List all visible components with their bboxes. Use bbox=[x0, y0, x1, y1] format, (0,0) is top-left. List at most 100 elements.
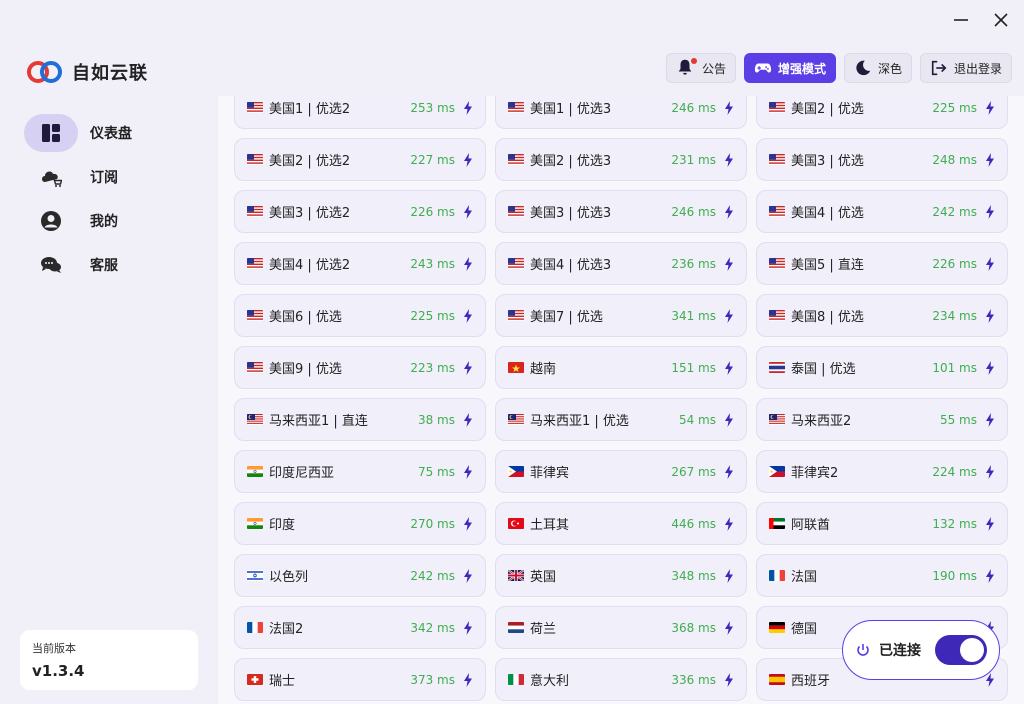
speed-test-icon[interactable] bbox=[724, 256, 734, 271]
flag-fr-icon bbox=[769, 570, 785, 581]
logout-button[interactable]: 退出登录 bbox=[919, 53, 1012, 83]
server-card[interactable]: 美国6 | 优选 225 ms bbox=[234, 294, 486, 337]
server-list-area: 美国1 | 优选2 253 ms 美国1 | 优选3 246 ms 美国2 | 优选 22… bbox=[218, 96, 1024, 704]
speed-test-icon[interactable] bbox=[724, 204, 734, 219]
server-card[interactable]: 美国4 | 优选 242 ms bbox=[756, 190, 1008, 233]
server-card[interactable]: 越南 151 ms bbox=[495, 346, 747, 389]
server-card[interactable]: 美国4 | 优选2 243 ms bbox=[234, 242, 486, 285]
speed-test-icon[interactable] bbox=[463, 308, 473, 323]
speed-test-icon[interactable] bbox=[463, 256, 473, 271]
close-button[interactable] bbox=[988, 8, 1014, 32]
speed-test-icon[interactable] bbox=[724, 672, 734, 687]
server-card[interactable]: 美国8 | 优选 234 ms bbox=[756, 294, 1008, 337]
announcement-button[interactable]: 公告 bbox=[665, 53, 736, 83]
server-latency: 227 ms bbox=[410, 152, 455, 167]
server-card[interactable]: 菲律宾 267 ms bbox=[495, 450, 747, 493]
speed-test-icon[interactable] bbox=[724, 464, 734, 479]
announcement-label: 公告 bbox=[701, 61, 726, 76]
server-card[interactable]: 马来西亚2 55 ms bbox=[756, 398, 1008, 441]
speed-test-icon[interactable] bbox=[463, 412, 473, 427]
speed-test-icon[interactable] bbox=[985, 100, 995, 115]
connection-toggle[interactable]: 已连接 bbox=[842, 620, 1000, 680]
server-name: 荷兰 bbox=[530, 622, 557, 637]
server-name: 马来西亚1 | 优选 bbox=[530, 414, 629, 429]
server-card[interactable]: 瑞士 373 ms bbox=[234, 658, 486, 701]
sidebar-item-dashboard[interactable]: 仪表盘 bbox=[24, 114, 194, 152]
server-card[interactable]: 美国5 | 直连 226 ms bbox=[756, 242, 1008, 285]
version-label: 当前版本 bbox=[32, 642, 76, 655]
server-latency: 336 ms bbox=[671, 672, 716, 687]
flag-il-icon bbox=[247, 570, 263, 581]
connection-switch[interactable] bbox=[935, 635, 987, 665]
server-card[interactable]: 美国2 | 优选2 227 ms bbox=[234, 138, 486, 181]
speed-test-icon[interactable] bbox=[985, 412, 995, 427]
speed-test-icon[interactable] bbox=[724, 152, 734, 167]
speed-test-icon[interactable] bbox=[463, 152, 473, 167]
server-card[interactable]: 印度 270 ms bbox=[234, 502, 486, 545]
speed-test-icon[interactable] bbox=[985, 308, 995, 323]
speed-test-icon[interactable] bbox=[985, 568, 995, 583]
flag-us-icon bbox=[769, 102, 785, 113]
server-card[interactable]: 法国2 342 ms bbox=[234, 606, 486, 649]
enhanced-mode-button[interactable]: 增强模式 bbox=[743, 53, 836, 83]
moon-icon bbox=[856, 60, 871, 76]
speed-test-icon[interactable] bbox=[724, 412, 734, 427]
server-card[interactable]: 美国2 | 优选3 231 ms bbox=[495, 138, 747, 181]
minimize-button[interactable] bbox=[948, 8, 974, 32]
flag-my-icon bbox=[508, 414, 524, 425]
server-card[interactable]: 美国7 | 优选 341 ms bbox=[495, 294, 747, 337]
gamepad-icon bbox=[754, 63, 772, 73]
speed-test-icon[interactable] bbox=[985, 516, 995, 531]
server-card[interactable]: 美国9 | 优选 223 ms bbox=[234, 346, 486, 389]
flag-us-icon bbox=[769, 154, 785, 165]
server-card[interactable]: 美国3 | 优选3 246 ms bbox=[495, 190, 747, 233]
speed-test-icon[interactable] bbox=[985, 256, 995, 271]
speed-test-icon[interactable] bbox=[724, 100, 734, 115]
sidebar-item-support[interactable]: 客服 bbox=[24, 246, 194, 284]
server-name: 美国8 | 优选 bbox=[791, 310, 864, 325]
server-name: 土耳其 bbox=[530, 518, 570, 533]
server-card[interactable]: 美国2 | 优选 225 ms bbox=[756, 96, 1008, 129]
server-card[interactable]: 英国 348 ms bbox=[495, 554, 747, 597]
speed-test-icon[interactable] bbox=[985, 152, 995, 167]
server-card[interactable]: 泰国 | 优选 101 ms bbox=[756, 346, 1008, 389]
server-name: 泰国 | 优选 bbox=[791, 362, 856, 377]
speed-test-icon[interactable] bbox=[985, 360, 995, 375]
server-name: 越南 bbox=[530, 362, 557, 377]
speed-test-icon[interactable] bbox=[463, 464, 473, 479]
sidebar-item-profile[interactable]: 我的 bbox=[24, 202, 194, 240]
speed-test-icon[interactable] bbox=[463, 620, 473, 635]
speed-test-icon[interactable] bbox=[985, 464, 995, 479]
server-card[interactable]: 菲律宾2 224 ms bbox=[756, 450, 1008, 493]
server-card[interactable]: 美国3 | 优选 248 ms bbox=[756, 138, 1008, 181]
server-card[interactable]: 以色列 242 ms bbox=[234, 554, 486, 597]
server-card[interactable]: 意大利 336 ms bbox=[495, 658, 747, 701]
speed-test-icon[interactable] bbox=[724, 360, 734, 375]
speed-test-icon[interactable] bbox=[724, 568, 734, 583]
speed-test-icon[interactable] bbox=[463, 100, 473, 115]
server-card[interactable]: 马来西亚1 | 优选 54 ms bbox=[495, 398, 747, 441]
server-card[interactable]: 美国3 | 优选2 226 ms bbox=[234, 190, 486, 233]
speed-test-icon[interactable] bbox=[463, 516, 473, 531]
server-card[interactable]: 印度尼西亚 75 ms bbox=[234, 450, 486, 493]
server-card[interactable]: 土耳其 446 ms bbox=[495, 502, 747, 545]
speed-test-icon[interactable] bbox=[463, 568, 473, 583]
speed-test-icon[interactable] bbox=[463, 360, 473, 375]
speed-test-icon[interactable] bbox=[463, 672, 473, 687]
server-card[interactable]: 美国4 | 优选3 236 ms bbox=[495, 242, 747, 285]
server-card[interactable]: 法国 190 ms bbox=[756, 554, 1008, 597]
flag-th-icon bbox=[769, 362, 785, 373]
speed-test-icon[interactable] bbox=[985, 204, 995, 219]
speed-test-icon[interactable] bbox=[463, 204, 473, 219]
speed-test-icon[interactable] bbox=[724, 308, 734, 323]
server-card[interactable]: 美国1 | 优选2 253 ms bbox=[234, 96, 486, 129]
speed-test-icon[interactable] bbox=[724, 516, 734, 531]
server-name: 美国2 | 优选3 bbox=[530, 154, 612, 169]
server-card[interactable]: 美国1 | 优选3 246 ms bbox=[495, 96, 747, 129]
server-card[interactable]: 阿联酋 132 ms bbox=[756, 502, 1008, 545]
sidebar-item-subscription[interactable]: 订阅 bbox=[24, 158, 194, 196]
dark-mode-button[interactable]: 深色 bbox=[843, 53, 912, 83]
server-card[interactable]: 马来西亚1 | 直连 38 ms bbox=[234, 398, 486, 441]
server-card[interactable]: 荷兰 368 ms bbox=[495, 606, 747, 649]
speed-test-icon[interactable] bbox=[724, 620, 734, 635]
